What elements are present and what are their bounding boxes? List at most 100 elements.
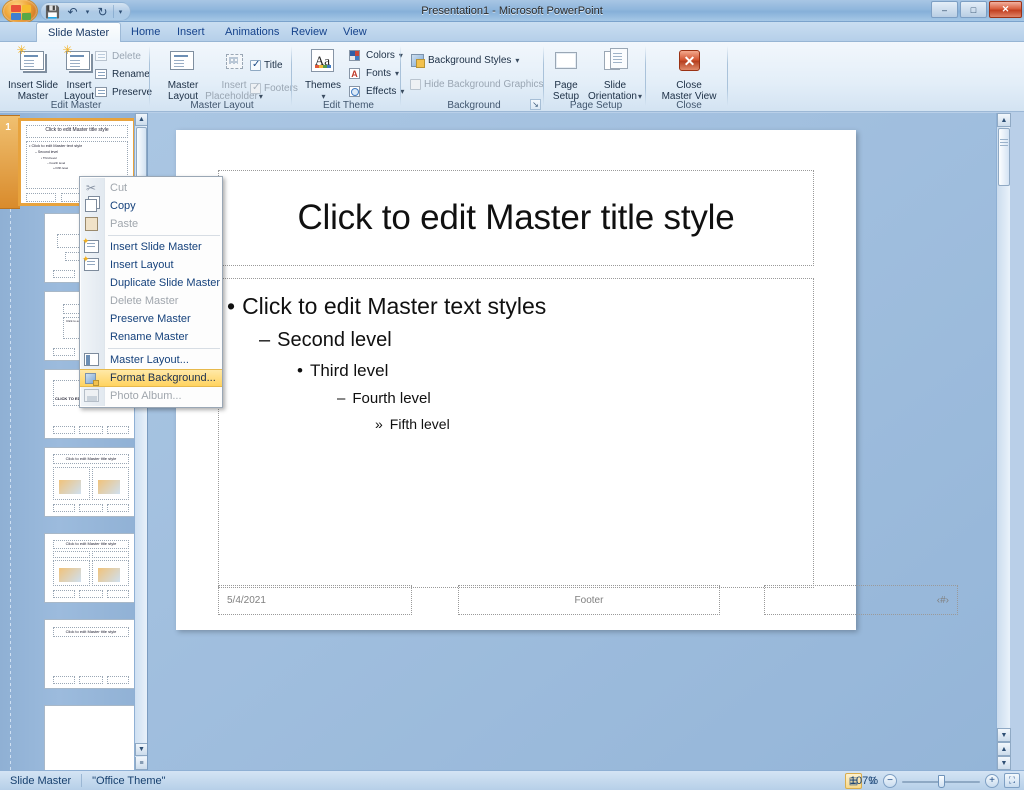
title-placeholder[interactable]: Click to edit Master title style xyxy=(218,170,814,266)
context-menu-item-insert-slide-master[interactable]: Insert Slide Master xyxy=(80,236,222,256)
context-menu-item-cut[interactable]: ✂ Cut xyxy=(80,179,222,197)
tab-view[interactable]: View xyxy=(332,23,378,42)
fit-to-window-icon[interactable]: ⛶ xyxy=(1004,773,1020,788)
bullet-level-5: » xyxy=(375,416,383,432)
master-text-level-5: » Fifth level xyxy=(375,416,805,432)
close-master-view-button[interactable]: ✕ Close Master View xyxy=(654,46,724,102)
insert-placeholder-icon xyxy=(218,46,250,78)
background-styles-label: Background Styles xyxy=(428,55,512,66)
tab-review[interactable]: Review xyxy=(280,23,338,42)
context-menu-item-rename-master[interactable]: Rename Master xyxy=(80,328,222,346)
zoom-in-button[interactable]: + xyxy=(985,773,999,788)
group-divider xyxy=(400,46,401,106)
scroll-down-icon[interactable]: ▼ xyxy=(997,728,1011,742)
context-menu-item-preserve-master[interactable]: Preserve Master xyxy=(80,310,222,328)
context-menu-label: Photo Album... xyxy=(110,390,182,402)
thumbnail-layout-blank[interactable] xyxy=(44,705,136,770)
hide-background-graphics-row[interactable]: Hide Background Graphics xyxy=(410,76,544,93)
save-icon[interactable]: 💾 xyxy=(43,3,62,20)
ribbon-group-edit-theme: Aa Themes ▾ Colors▾ A Fonts▾ Effects▾ Ed… xyxy=(296,42,404,112)
insert-slide-master-icon: ✳ xyxy=(16,44,49,78)
context-menu-item-paste[interactable]: Paste xyxy=(80,215,222,233)
context-menu-item-insert-layout[interactable]: Insert Layout xyxy=(80,254,222,274)
theme-fonts-button[interactable]: A Fonts ▾ xyxy=(348,65,399,82)
minimize-button[interactable]: – xyxy=(931,1,958,18)
thumbnail-layout-comparison[interactable]: Click to edit Master title style xyxy=(44,533,136,603)
slide-edit-area: Click to edit Master title style • Click… xyxy=(148,113,1011,770)
theme-colors-button[interactable]: Colors▾ xyxy=(348,47,403,64)
slide-area-scrollbar[interactable]: ▲ ▼ ▲ ▼ xyxy=(996,113,1011,770)
slide-canvas[interactable]: Click to edit Master title style • Click… xyxy=(176,130,958,630)
background-styles-button[interactable]: Background Styles ▾ xyxy=(410,52,519,69)
themes-button[interactable]: Aa Themes ▾ xyxy=(300,46,346,102)
zoom-slider-handle[interactable] xyxy=(938,774,945,788)
background-dialog-launcher[interactable]: ↘ xyxy=(530,99,541,110)
tab-insert[interactable]: Insert xyxy=(166,23,216,42)
page-setup-button[interactable]: Page Setup xyxy=(546,46,586,102)
context-menu-label: Rename Master xyxy=(110,331,189,343)
customize-qat-icon[interactable]: ▾ xyxy=(115,3,126,20)
scroll-down-icon[interactable]: ▼ xyxy=(135,743,147,756)
rename-master-button[interactable]: Rename xyxy=(94,66,150,83)
thumbnail-layout-title-only[interactable]: Click to edit Master title style xyxy=(44,619,136,689)
thumbnail-layout-two-content[interactable]: Click to edit Master title style xyxy=(44,447,136,517)
thumbnail-preview xyxy=(44,705,136,770)
body-placeholder[interactable]: • Click to edit Master text styles – Sec… xyxy=(218,278,814,588)
master-layout-icon xyxy=(167,46,199,78)
context-menu-item-master-layout[interactable]: Master Layout... xyxy=(80,351,222,369)
ribbon-group-background: Background Styles ▾ Hide Background Graph… xyxy=(404,42,544,112)
thumb-body-l5: » Fifth level xyxy=(53,166,69,170)
title-checkbox-row[interactable]: Title xyxy=(250,57,283,74)
themes-label: Themes xyxy=(304,80,342,91)
scroll-up-icon[interactable]: ▲ xyxy=(135,113,147,126)
slide-orientation-button[interactable]: Slide Orientation▾ xyxy=(584,46,646,102)
office-button[interactable] xyxy=(2,0,38,24)
ribbon: ✳ Insert Slide Master ✳ Insert Layout De… xyxy=(0,42,1024,112)
scrollbar-thumb[interactable] xyxy=(998,128,1010,186)
themes-icon: Aa xyxy=(307,46,339,78)
maximize-button[interactable]: □ xyxy=(960,1,987,18)
context-menu[interactable]: ✂ Cut Copy Paste Insert Slide Master Ins… xyxy=(79,176,223,408)
preserve-master-button[interactable]: Preserve xyxy=(94,84,152,101)
hide-background-graphics-checkbox[interactable] xyxy=(410,79,421,90)
footer-placeholder[interactable]: Footer xyxy=(458,585,720,615)
context-menu-item-photo-album[interactable]: Photo Album... xyxy=(80,387,222,405)
date-placeholder[interactable]: 5/4/2021 xyxy=(218,585,412,615)
insert-layout-label-1: Insert xyxy=(66,80,92,91)
context-menu-label: Insert Layout xyxy=(110,259,174,271)
thumbnail-preview: Click to edit Master title style xyxy=(44,447,136,517)
close-master-view-icon: ✕ xyxy=(673,46,705,78)
context-menu-item-format-background[interactable]: Format Background... xyxy=(80,369,222,387)
tab-animations[interactable]: Animations xyxy=(214,23,290,42)
master-text-level-1: • Click to edit Master text styles xyxy=(227,293,805,320)
slide-number-placeholder[interactable]: ‹#› xyxy=(764,585,958,615)
next-slide-icon[interactable]: ▼ xyxy=(997,756,1011,770)
zoom-slider[interactable] xyxy=(902,774,980,788)
colors-label: Colors xyxy=(366,50,395,61)
context-menu-item-duplicate-slide-master[interactable]: Duplicate Slide Master xyxy=(80,274,222,292)
status-view-name: Slide Master xyxy=(10,774,72,787)
quick-access-toolbar: 💾 ↶ ▾ ↻ ▾ xyxy=(40,2,131,21)
thumbnail-preview: Click to edit Master title style xyxy=(44,619,136,689)
tab-home[interactable]: Home xyxy=(120,23,171,42)
title-checkbox[interactable] xyxy=(250,59,261,71)
context-menu-item-copy[interactable]: Copy xyxy=(80,197,222,215)
undo-icon[interactable]: ↶ xyxy=(63,3,82,20)
undo-dropdown-icon[interactable]: ▾ xyxy=(83,3,92,20)
redo-icon[interactable]: ↻ xyxy=(93,3,112,20)
delete-master-button[interactable]: Delete xyxy=(94,48,141,65)
master-layout-icon xyxy=(84,353,99,366)
previous-slide-icon[interactable]: ▲ xyxy=(997,742,1011,756)
split-scroll-icon[interactable]: ≡ xyxy=(135,757,147,770)
scroll-up-icon[interactable]: ▲ xyxy=(997,113,1011,127)
footers-checkbox[interactable] xyxy=(250,82,261,94)
theme-effects-button[interactable]: Effects ▾ xyxy=(348,83,404,100)
close-button[interactable]: ✕ xyxy=(989,1,1022,18)
master-text-level-4: – Fourth level xyxy=(337,390,805,407)
context-menu-label: Master Layout... xyxy=(110,354,189,366)
zoom-level-label[interactable]: 107% xyxy=(846,775,878,787)
context-menu-item-delete-master[interactable]: Delete Master xyxy=(80,292,222,310)
zoom-out-button[interactable]: − xyxy=(883,773,897,788)
thumb-body-l4: – Fourth level xyxy=(47,161,66,165)
tab-slide-master[interactable]: Slide Master xyxy=(36,22,122,43)
